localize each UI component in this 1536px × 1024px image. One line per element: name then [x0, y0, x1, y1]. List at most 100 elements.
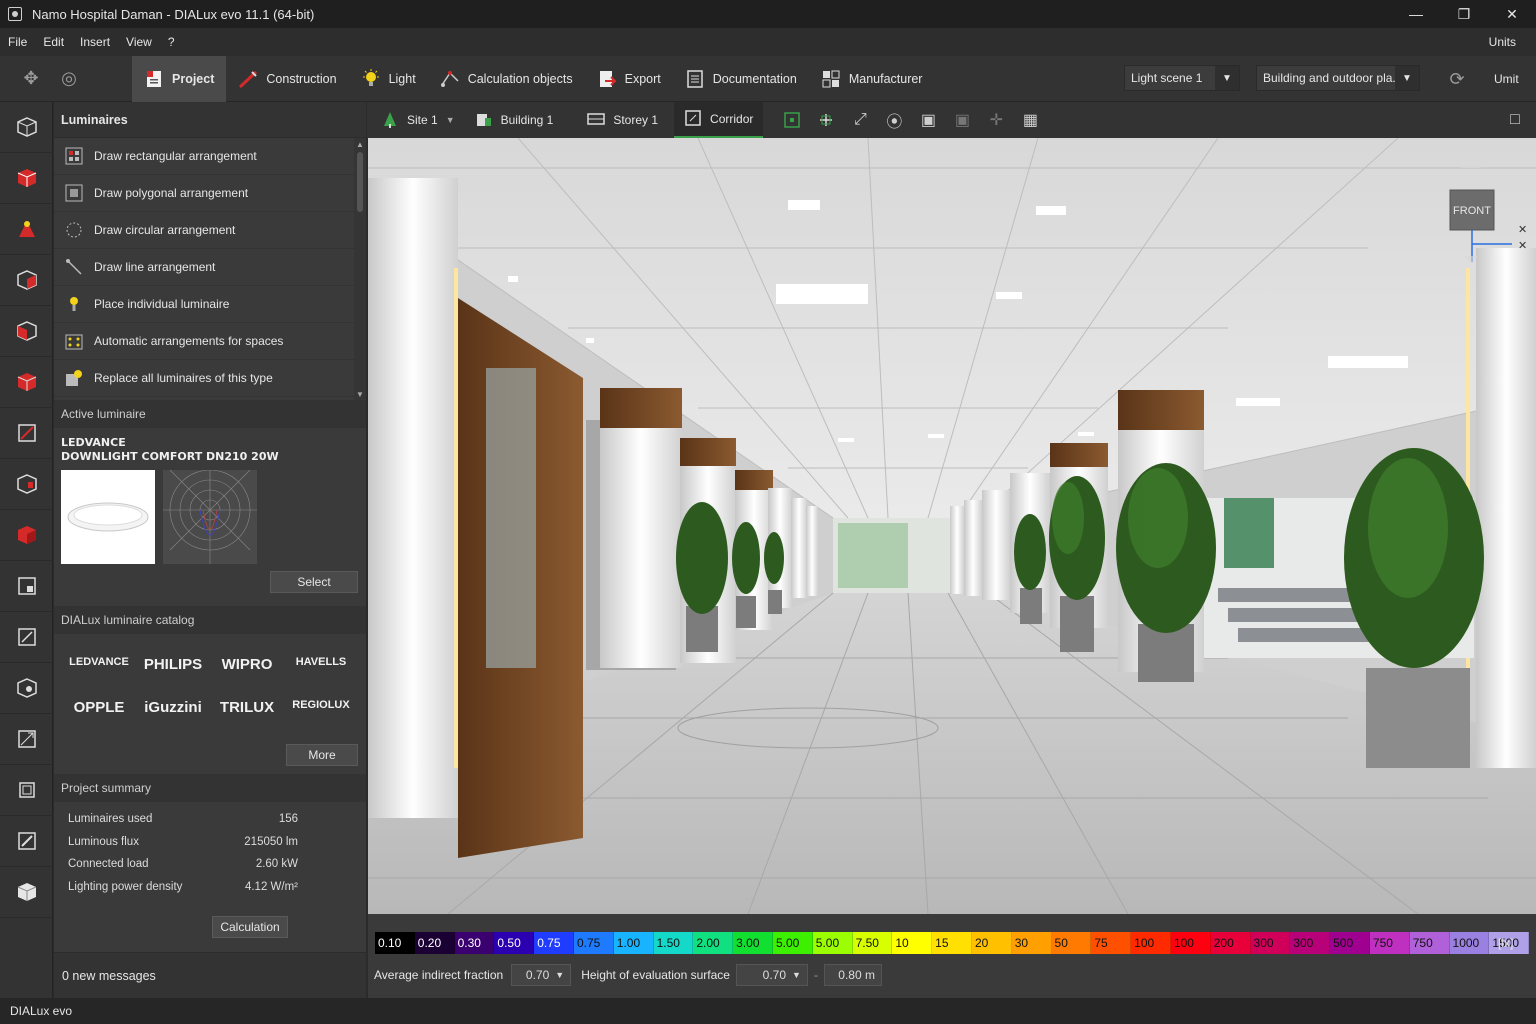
- automatic-arrangements[interactable]: Automatic arrangements for spaces: [54, 323, 366, 360]
- indirect-fraction-dropdown[interactable]: 0.70 ▼: [511, 964, 572, 986]
- scroll-thumb[interactable]: [357, 152, 363, 212]
- scroll-down-icon[interactable]: ▼: [354, 388, 366, 400]
- title-bar: Namo Hospital Daman - DIALux evo 11.1 (6…: [0, 0, 1536, 28]
- rail-calc-surface-icon[interactable]: [0, 408, 53, 459]
- menu-edit[interactable]: Edit: [35, 35, 72, 49]
- rail-building-icon[interactable]: [0, 102, 53, 153]
- tab-documentation[interactable]: Documentation: [673, 56, 809, 102]
- rail-rotate-icon[interactable]: [0, 663, 53, 714]
- select-room-icon[interactable]: [775, 102, 809, 138]
- move-icon[interactable]: ✥: [12, 56, 50, 102]
- brand-philips[interactable]: PHILIPS: [136, 656, 210, 673]
- place-individual-luminaire[interactable]: Place individual luminaire: [54, 286, 366, 323]
- rail-object-icon[interactable]: [0, 357, 53, 408]
- breadcrumb-corridor[interactable]: Corridor: [674, 102, 764, 138]
- maximize-button[interactable]: ❐: [1440, 0, 1488, 28]
- catalog-header: DIALux luminaire catalog: [54, 606, 366, 634]
- user-button[interactable]: Umit: [1494, 72, 1519, 86]
- rail-openings-icon[interactable]: [0, 459, 53, 510]
- rail-measure-icon[interactable]: [0, 612, 53, 663]
- rail-furniture-icon[interactable]: [0, 510, 53, 561]
- view-mode-dropdown[interactable]: Building and outdoor pla... ▼: [1256, 65, 1420, 91]
- breadcrumb-site[interactable]: Site 1 ▼: [367, 102, 465, 138]
- rail-view-icon[interactable]: [0, 765, 53, 816]
- rail-light-icon[interactable]: [0, 204, 53, 255]
- view-cube-label: FRONT: [1453, 205, 1491, 217]
- brand-opple[interactable]: OPPLE: [62, 699, 136, 716]
- rail-storey-icon[interactable]: [0, 153, 53, 204]
- tab-export[interactable]: Export: [585, 56, 673, 102]
- tab-light[interactable]: Light: [349, 56, 428, 102]
- brand-trilux[interactable]: TRILUX: [210, 699, 284, 716]
- circular-arrangement-icon: [64, 220, 84, 240]
- brand-regiolux[interactable]: REGIOLUX: [284, 699, 358, 716]
- breadcrumb-building[interactable]: Building 1: [465, 102, 564, 138]
- tab-project[interactable]: Project: [132, 55, 227, 102]
- target-icon[interactable]: ⦿: [877, 102, 911, 138]
- app-icon: [8, 7, 22, 21]
- brand-wipro[interactable]: WIPRO: [210, 656, 284, 673]
- menu-bar: File Edit Insert View ? Units: [0, 28, 1536, 56]
- site-icon: [381, 110, 399, 131]
- scale-cell: 10: [892, 932, 933, 954]
- tab-manufacturer-label: Manufacturer: [848, 71, 923, 86]
- rail-material-icon[interactable]: [0, 561, 53, 612]
- brand-havells[interactable]: HAVELLS: [284, 656, 358, 673]
- brand-ledvance[interactable]: LEDVANCE: [62, 656, 136, 673]
- minimize-button[interactable]: —: [1392, 0, 1440, 28]
- draw-line-arrangement[interactable]: Draw line arrangement: [54, 249, 366, 286]
- left-panel: Luminaires Draw rectangular arrangement …: [54, 102, 366, 998]
- scale-cell: 15: [932, 932, 972, 954]
- rail-cube-icon[interactable]: [0, 867, 53, 918]
- rail-wall-icon[interactable]: [0, 306, 53, 357]
- chevron-down-icon: ▼: [555, 970, 565, 980]
- scale-cell: 0.30: [454, 932, 495, 954]
- layout-icon[interactable]: ▦: [1013, 102, 1047, 138]
- replace-all-luminaires[interactable]: Replace all luminaires of this type: [54, 360, 366, 397]
- menu-view[interactable]: View: [118, 35, 160, 49]
- draw-polygonal-arrangement[interactable]: Draw polygonal arrangement: [54, 175, 366, 212]
- draw-rectangular-arrangement[interactable]: Draw rectangular arrangement: [54, 138, 366, 175]
- refresh-view-icon[interactable]: ⟳: [1438, 56, 1476, 102]
- scale-cell: 500: [1330, 932, 1370, 954]
- units-menu[interactable]: Units: [1489, 35, 1516, 49]
- tab-calculation-objects[interactable]: Calculation objects: [428, 56, 585, 102]
- scale-cell: 30: [1011, 932, 1052, 954]
- select-luminaire-button[interactable]: Select: [270, 571, 358, 593]
- menu-help[interactable]: ?: [160, 35, 183, 49]
- camera-icon[interactable]: ▣: [945, 102, 979, 138]
- summary-row: Lighting power density 4.12 W/m²: [68, 876, 352, 899]
- luminaire-model: DOWNLIGHT COMFORT DN210 20W: [61, 450, 279, 463]
- luminaires-scrollbar[interactable]: ▲ ▼: [354, 138, 366, 400]
- rail-cut-icon[interactable]: [0, 714, 53, 765]
- menu-insert[interactable]: Insert: [72, 35, 118, 49]
- messages-panel[interactable]: 0 new messages: [54, 952, 366, 998]
- snap-icon[interactable]: ⤢: [843, 102, 877, 138]
- luminaire-bulb-icon: [64, 294, 84, 314]
- eval-height-dropdown[interactable]: 0.70 ▼: [735, 964, 808, 986]
- brand-iguzzini[interactable]: iGuzzini: [136, 699, 210, 716]
- light-scene-dropdown[interactable]: Light scene 1 ▼: [1124, 65, 1240, 91]
- fit-view-icon[interactable]: ▣: [911, 102, 945, 138]
- rail-room-icon[interactable]: [0, 255, 53, 306]
- close-button[interactable]: ✕: [1488, 0, 1536, 28]
- orbit-icon[interactable]: ◎: [50, 56, 88, 102]
- lum-item-label: Draw polygonal arrangement: [94, 186, 249, 200]
- scale-cell: 300: [1250, 932, 1291, 954]
- selection-mode-icon[interactable]: [809, 102, 843, 138]
- light-bulb-icon: [361, 68, 381, 89]
- more-catalogs-button[interactable]: More: [286, 744, 358, 766]
- 3d-viewport[interactable]: FRONT ✕ ✕: [368, 138, 1536, 914]
- breadcrumb-storey[interactable]: Storey 1: [577, 102, 668, 138]
- add-point-icon[interactable]: ✛: [979, 102, 1013, 138]
- draw-circular-arrangement[interactable]: Draw circular arrangement: [54, 212, 366, 249]
- tab-construction[interactable]: Construction: [226, 56, 348, 102]
- scroll-up-icon[interactable]: ▲: [354, 138, 366, 150]
- calculation-button[interactable]: Calculation: [212, 916, 288, 938]
- menu-file[interactable]: File: [0, 35, 35, 49]
- tab-manufacturer[interactable]: Manufacturer: [809, 56, 935, 102]
- eval-height-input[interactable]: 0.80 m: [823, 964, 882, 986]
- maximize-view-icon[interactable]: □: [1498, 102, 1532, 138]
- rail-dimension-icon[interactable]: [0, 816, 53, 867]
- viewport-toolbar: Site 1 ▼ Building 1 Storey 1 Corridor ⤢ …: [367, 102, 1536, 138]
